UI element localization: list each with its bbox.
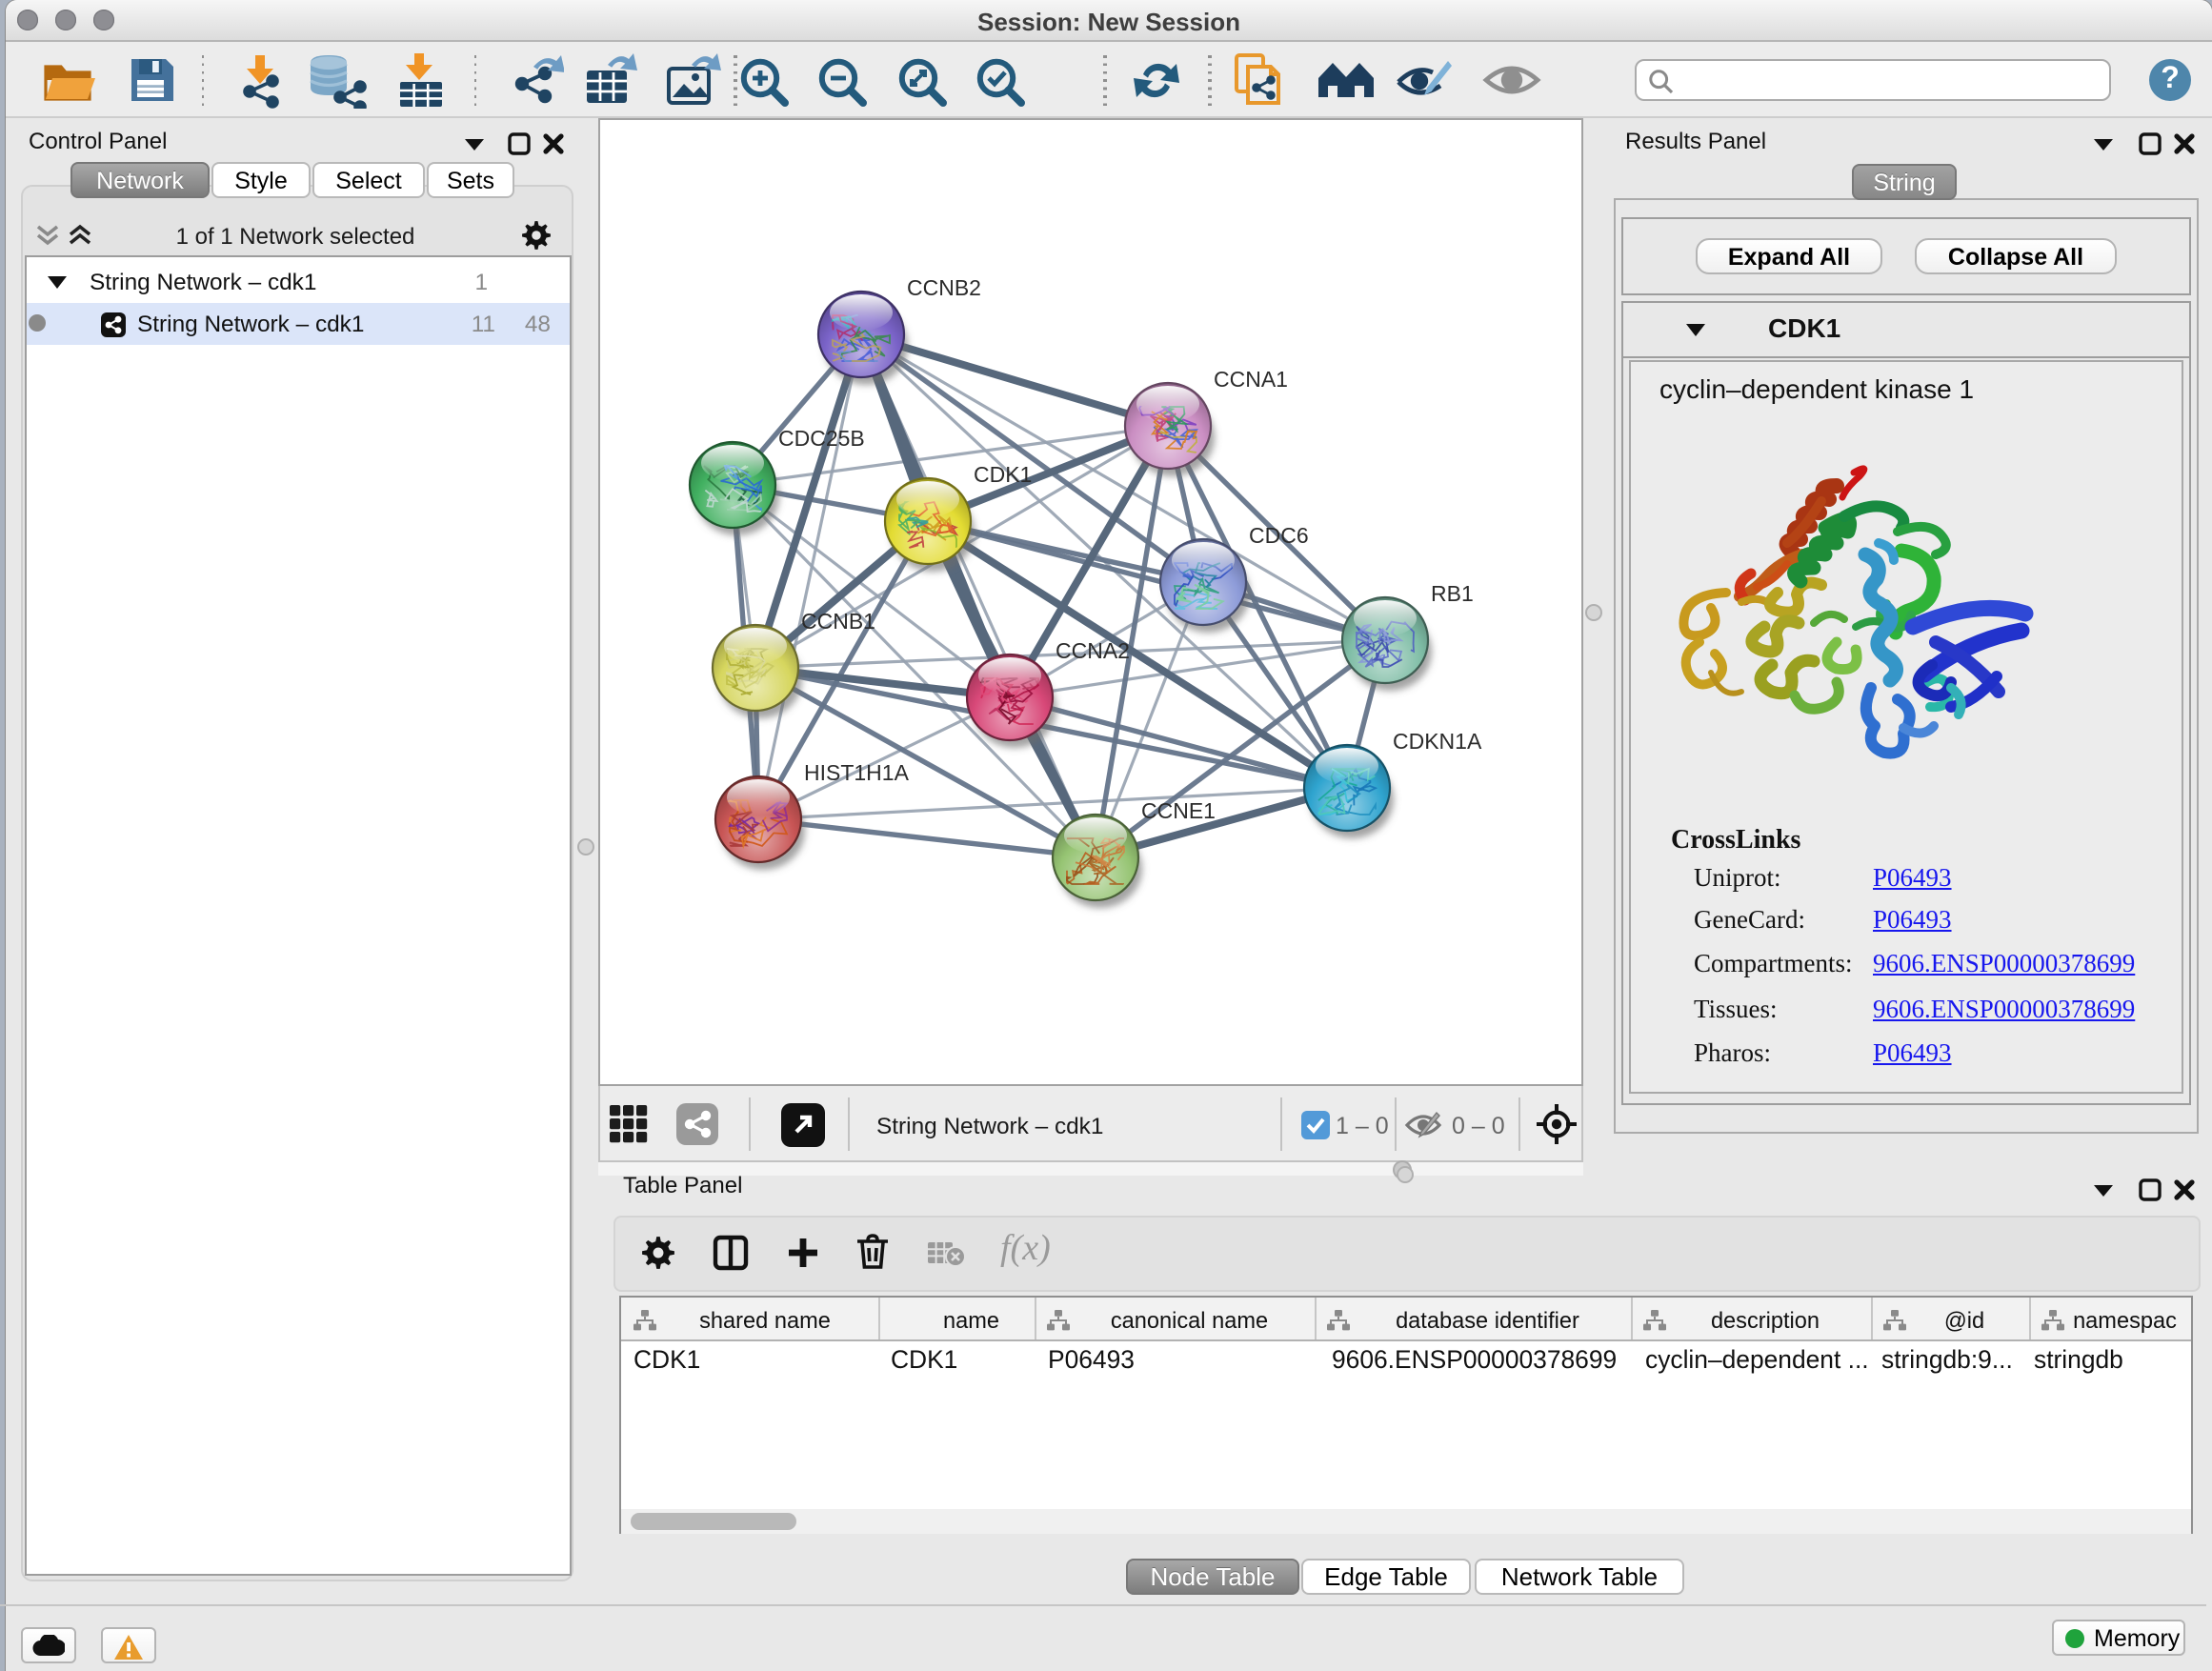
svg-text:CDC6: CDC6	[1249, 523, 1309, 548]
svg-text:CDC25B: CDC25B	[778, 426, 865, 451]
svg-text:CCNB2: CCNB2	[907, 275, 981, 300]
svg-text:CCNA2: CCNA2	[1056, 638, 1130, 663]
svg-text:CDKN1A: CDKN1A	[1393, 729, 1482, 754]
svg-text:CCNB1: CCNB1	[801, 609, 875, 634]
svg-text:CCNA1: CCNA1	[1214, 367, 1288, 392]
svg-text:CCNE1: CCNE1	[1141, 798, 1216, 823]
svg-text:RB1: RB1	[1431, 581, 1474, 606]
svg-text:HIST1H1A: HIST1H1A	[804, 760, 910, 785]
svg-text:CDK1: CDK1	[974, 462, 1032, 487]
